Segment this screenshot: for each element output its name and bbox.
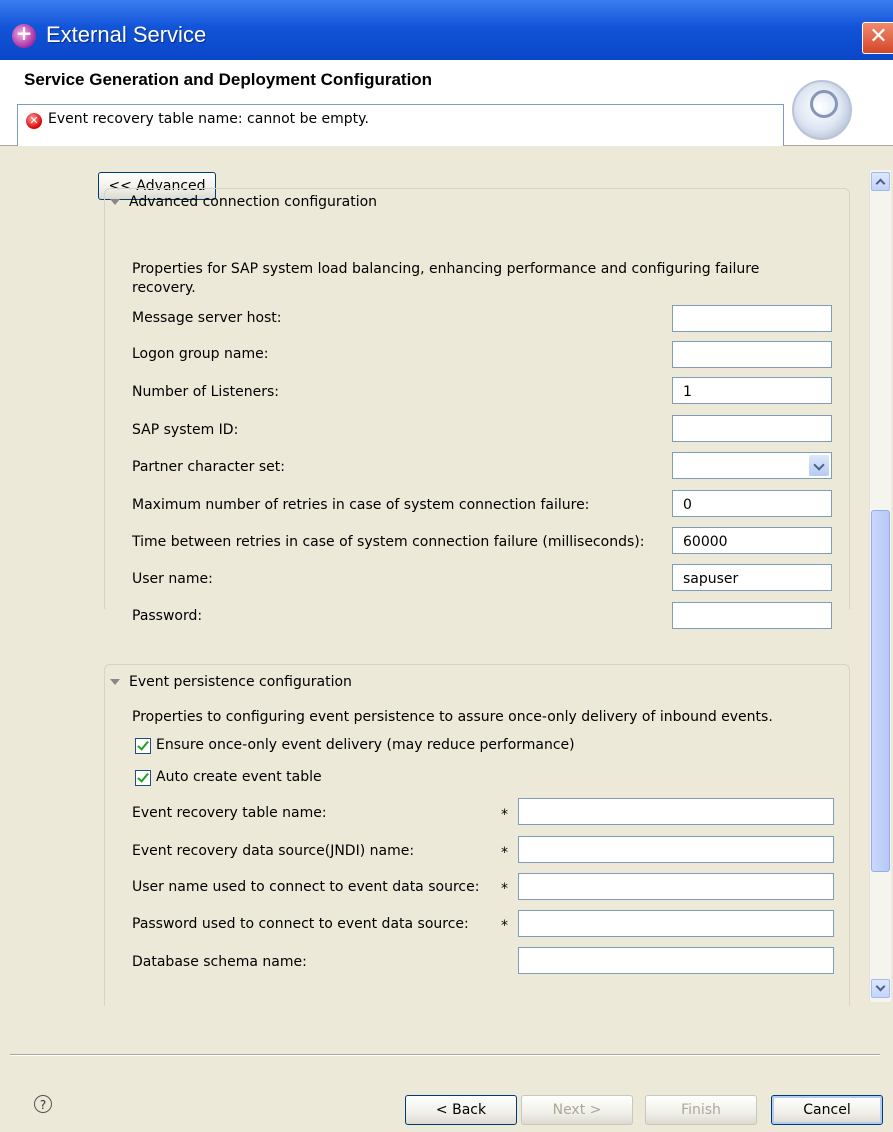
footer-divider — [10, 1054, 880, 1056]
section-heading: Event persistence configuration — [129, 674, 352, 690]
database-schema-label: Database schema name: — [132, 954, 307, 970]
wizard-banner-icon — [792, 80, 852, 140]
close-button[interactable]: ✕ — [862, 22, 893, 54]
help-icon[interactable]: ? — [34, 1095, 52, 1113]
page-title: Service Generation and Deployment Config… — [24, 70, 433, 89]
section-heading: Advanced connection configuration — [129, 194, 378, 210]
scroll-thumb[interactable] — [871, 510, 890, 872]
sap-system-id-input[interactable] — [672, 415, 832, 442]
scroll-down-button[interactable] — [871, 979, 890, 998]
event-persistence-header[interactable]: Event persistence configuration — [110, 674, 352, 690]
partner-character-set-label: Partner character set: — [132, 459, 285, 475]
event-data-source-input[interactable] — [518, 836, 834, 863]
event-table-name-label: Event recovery table name: — [132, 805, 327, 821]
required-marker: * — [501, 918, 508, 934]
wizard-footer: ? < Back Next > Finish Cancel — [0, 1006, 893, 1132]
logon-group-name-input[interactable] — [672, 341, 832, 368]
finish-button[interactable]: Finish — [645, 1095, 757, 1125]
retry-interval-label: Time between retries in case of system c… — [132, 534, 645, 550]
retry-interval-input[interactable]: 60000 — [672, 527, 832, 554]
sap-system-id-label: SAP system ID: — [132, 422, 239, 438]
event-source-user-label: User name used to connect to event data … — [132, 879, 480, 895]
message-server-host-input[interactable] — [672, 305, 832, 332]
event-data-source-label: Event recovery data source(JNDI) name: — [132, 843, 415, 859]
advanced-connection-description: Properties for SAP system load balancing… — [132, 261, 760, 296]
collapse-triangle-icon — [110, 679, 120, 685]
error-icon: ✕ — [26, 113, 42, 129]
max-retries-label: Maximum number of retries in case of sys… — [132, 497, 590, 513]
database-schema-input[interactable] — [518, 947, 834, 974]
number-of-listeners-input[interactable]: 1 — [672, 377, 832, 404]
message-area: ✕ Event recovery table name: cannot be e… — [17, 104, 784, 147]
event-source-user-input[interactable] — [518, 873, 834, 900]
title-bar: External Service ✕ — [0, 0, 893, 61]
chevron-down-icon[interactable] — [809, 455, 829, 476]
event-source-password-input[interactable] — [518, 910, 834, 937]
event-table-name-input[interactable] — [518, 798, 834, 825]
number-of-listeners-label: Number of Listeners: — [132, 384, 279, 400]
error-message: Event recovery table name: cannot be emp… — [48, 111, 369, 127]
required-marker: * — [501, 807, 508, 823]
cancel-button[interactable]: Cancel — [771, 1095, 883, 1125]
app-icon — [12, 21, 36, 48]
scroll-up-button[interactable] — [871, 172, 890, 191]
auto-create-table-checkbox[interactable] — [135, 770, 151, 786]
next-button[interactable]: Next > — [521, 1095, 633, 1125]
user-name-label: User name: — [132, 571, 213, 587]
required-marker: * — [501, 881, 508, 897]
vertical-scrollbar[interactable] — [869, 170, 891, 1002]
required-marker: * — [501, 845, 508, 861]
user-name-input[interactable]: sapuser — [672, 564, 832, 591]
window-title: External Service — [46, 22, 207, 47]
wizard-window: External Service ✕ Service Generation an… — [0, 0, 893, 1132]
partner-character-set-select[interactable] — [672, 452, 832, 479]
message-server-host-label: Message server host: — [132, 310, 282, 326]
auto-create-table-label[interactable]: Auto create event table — [156, 769, 322, 785]
back-button[interactable]: < Back — [405, 1095, 517, 1125]
max-retries-input[interactable]: 0 — [672, 490, 832, 517]
wizard-header: Service Generation and Deployment Config… — [0, 60, 893, 147]
wizard-content: << Advanced Advanced connection configur… — [0, 146, 893, 1006]
logon-group-name-label: Logon group name: — [132, 346, 269, 362]
collapse-triangle-icon — [110, 199, 120, 205]
password-label: Password: — [132, 608, 203, 624]
once-only-delivery-checkbox[interactable] — [135, 738, 151, 754]
event-persistence-description: Properties to configuring event persiste… — [132, 709, 773, 725]
event-source-password-label: Password used to connect to event data s… — [132, 916, 469, 932]
password-input[interactable] — [672, 602, 832, 629]
once-only-delivery-label[interactable]: Ensure once-only event delivery (may red… — [156, 737, 575, 753]
advanced-connection-header[interactable]: Advanced connection configuration — [110, 194, 377, 210]
